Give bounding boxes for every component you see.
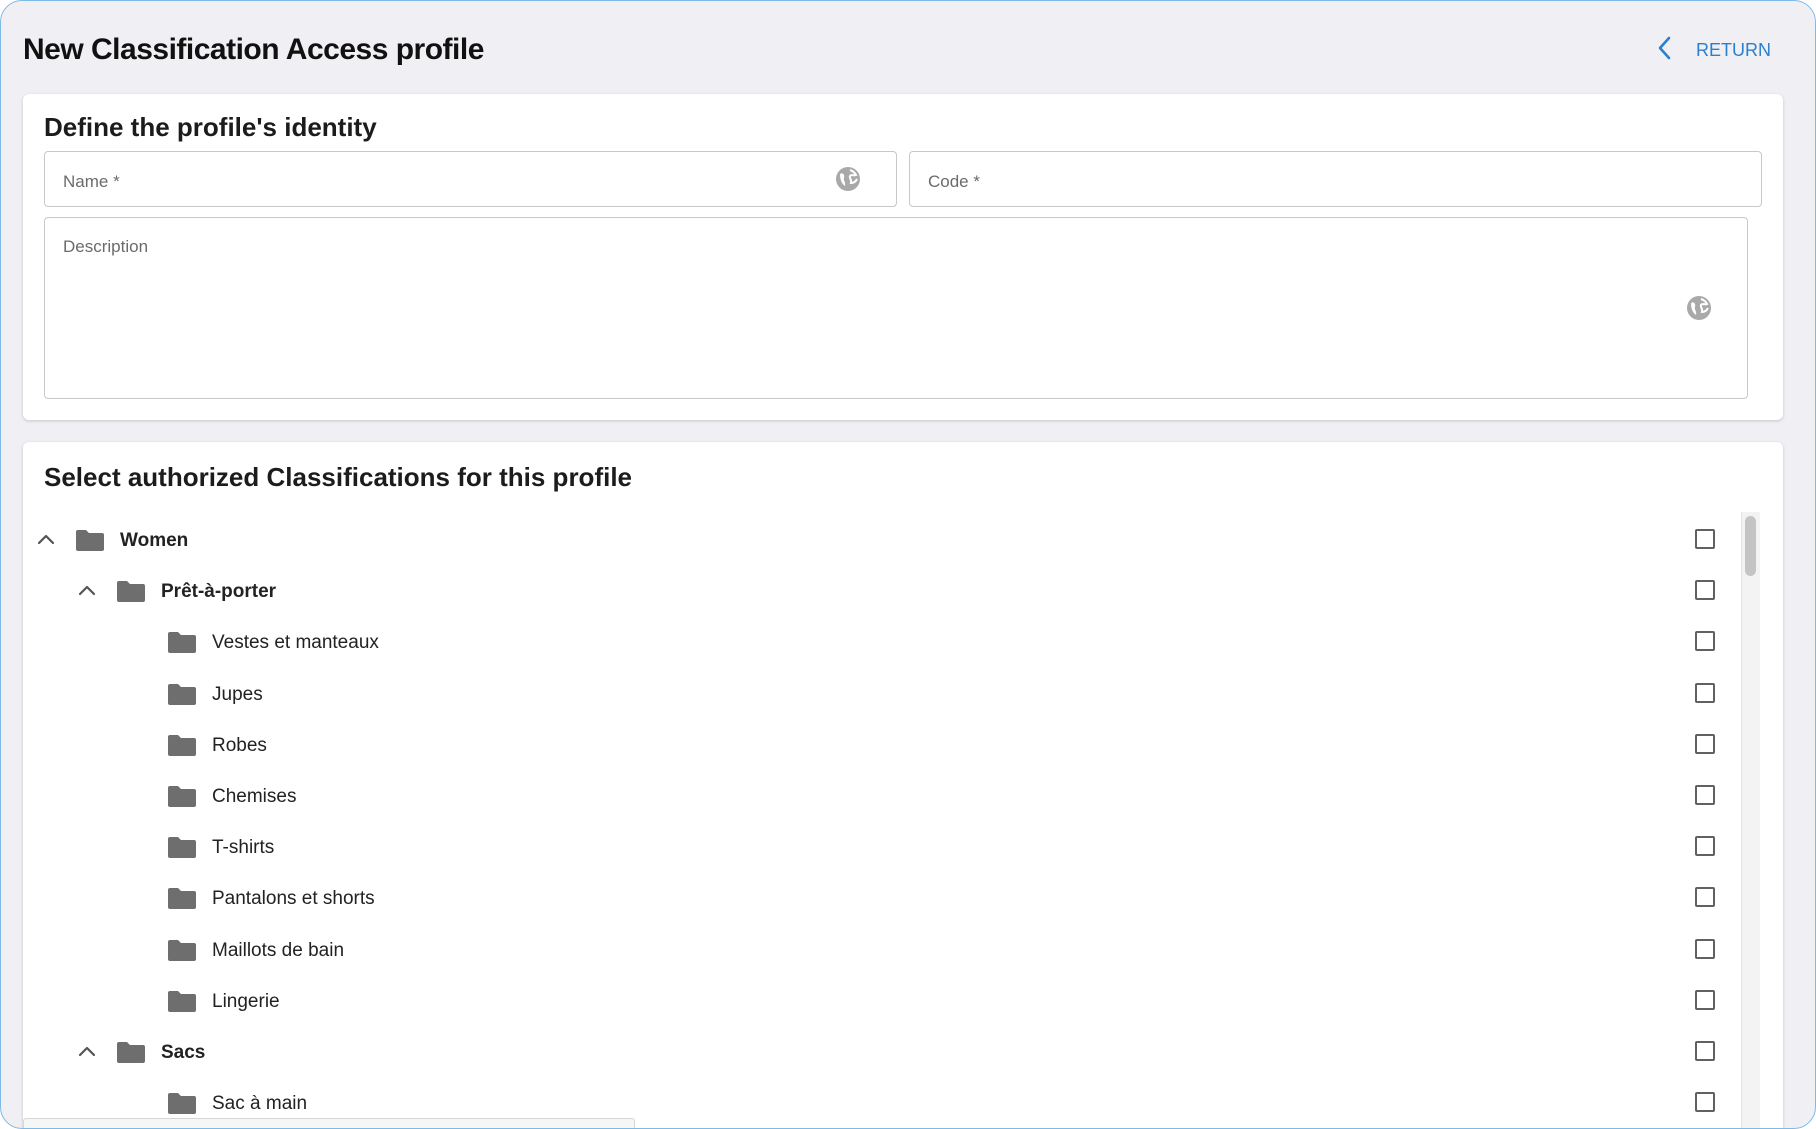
tree-row-label: Sac à main [212, 1093, 308, 1114]
app-window: New Classification Access profile RETURN… [0, 0, 1816, 1129]
tree-row[interactable]: Robes [23, 719, 1743, 770]
tree-row-label: Lingerie [212, 991, 280, 1012]
folder-icon [168, 684, 196, 705]
globe-icon[interactable] [1685, 294, 1713, 322]
classification-checkbox[interactable] [1695, 734, 1715, 754]
return-button[interactable]: RETURN [1654, 35, 1771, 66]
tree-row[interactable]: Lingerie [23, 975, 1743, 1026]
classification-checkbox[interactable] [1695, 529, 1715, 549]
subtitle-fragment [101, 71, 331, 85]
tree-row-label: Sacs [161, 1042, 206, 1063]
chevron-up-icon[interactable] [33, 527, 59, 553]
tree-row[interactable]: Chemises [23, 770, 1743, 821]
chevron-up-icon[interactable] [74, 578, 100, 604]
folder-icon [168, 991, 196, 1012]
page-header: New Classification Access profile RETURN [23, 25, 1793, 75]
classification-checkbox[interactable] [1695, 580, 1715, 600]
identity-title: Define the profile's identity [44, 112, 377, 142]
code-label: Code * [928, 172, 980, 191]
description-field[interactable]: Description [44, 217, 1748, 399]
folder-icon [168, 1093, 196, 1114]
tree-row-label: Chemises [212, 786, 297, 807]
tree-row[interactable]: Prêt-à-porter [23, 565, 1743, 616]
tree-row-label: Pantalons et shorts [212, 888, 375, 909]
identity-card: Define the profile's identity Name * Cod… [23, 94, 1783, 420]
classification-checkbox[interactable] [1695, 836, 1715, 856]
folder-icon [168, 786, 196, 807]
tree-row-label: Maillots de bain [212, 940, 345, 961]
classification-checkbox[interactable] [1695, 683, 1715, 703]
classification-checkbox[interactable] [1695, 1041, 1715, 1061]
chevron-up-icon[interactable] [74, 1039, 100, 1065]
classification-tree: Women Prêt-à-porter Vestes et manteaux Jupe… [23, 514, 1763, 1128]
classification-checkbox[interactable] [1695, 785, 1715, 805]
chevron-left-icon [1654, 35, 1676, 66]
folder-icon [76, 530, 104, 551]
tree-row-label: Vestes et manteaux [212, 632, 379, 653]
tree-row[interactable]: Sacs [23, 1026, 1743, 1077]
tree-row[interactable]: Vestes et manteaux [23, 616, 1743, 667]
horizontal-scrollbar[interactable] [23, 1118, 635, 1128]
folder-icon [168, 888, 196, 909]
scrollbar-thumb[interactable] [1745, 516, 1756, 576]
folder-icon [117, 581, 145, 602]
name-label: Name * [63, 172, 120, 191]
classification-checkbox[interactable] [1695, 887, 1715, 907]
classifications-title: Select authorized Classifications for th… [44, 462, 633, 492]
name-field[interactable]: Name * [44, 151, 897, 207]
scrollbar-track[interactable] [1741, 512, 1760, 1128]
return-label: RETURN [1696, 40, 1771, 60]
tree-row-label: T-shirts [212, 837, 275, 858]
description-label: Description [63, 237, 149, 256]
tree-row[interactable]: Maillots de bain [23, 924, 1743, 975]
folder-icon [168, 735, 196, 756]
tree-row-label: Robes [212, 735, 267, 756]
folder-icon [168, 837, 196, 858]
tree-row-label: Prêt-à-porter [161, 581, 277, 602]
tree-row[interactable]: Jupes [23, 668, 1743, 719]
folder-icon [168, 632, 196, 653]
classifications-card: Select authorized Classifications for th… [23, 442, 1783, 1128]
classification-checkbox[interactable] [1695, 1092, 1715, 1112]
code-field[interactable]: Code * [909, 151, 1762, 207]
tree-row[interactable]: Women [23, 514, 1743, 565]
page-title: New Classification Access profile [23, 33, 484, 66]
folder-icon [117, 1042, 145, 1063]
globe-icon[interactable] [834, 165, 862, 193]
classification-checkbox[interactable] [1695, 939, 1715, 959]
tree-row[interactable]: Pantalons et shorts [23, 872, 1743, 923]
tree-row[interactable]: T-shirts [23, 821, 1743, 872]
classification-checkbox[interactable] [1695, 990, 1715, 1010]
folder-icon [168, 940, 196, 961]
tree-row-label: Women [120, 530, 189, 551]
tree-row-label: Jupes [212, 684, 263, 705]
classification-checkbox[interactable] [1695, 631, 1715, 651]
